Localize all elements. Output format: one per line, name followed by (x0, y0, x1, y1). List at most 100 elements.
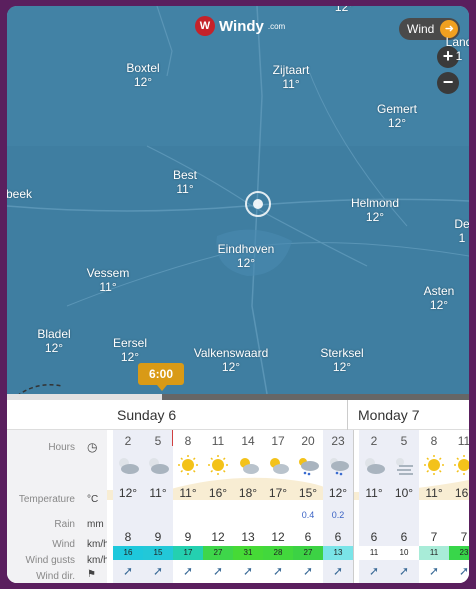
sunny-icon (203, 454, 233, 476)
forecast-column[interactable]: 23 12° 0.2 6 13 ➚ (323, 430, 353, 583)
sunny-icon (419, 454, 449, 476)
rain-cell: 0.4 (301, 510, 315, 520)
weather-map[interactable]: W Windy .com Wind ➜ + − Boxtel 12° Zijtaar… (7, 6, 469, 394)
city-bladel[interactable]: Bladel 12° (37, 327, 70, 355)
windy-logo-text: Windy (219, 17, 264, 35)
gust-cell: 10 (389, 546, 419, 560)
gust-cell: 11 (419, 546, 449, 560)
city-boxtel[interactable]: Boxtel 12° (126, 61, 159, 89)
hour-cell: 20 (301, 434, 315, 448)
timeline-time-flag[interactable]: 6:00 (138, 363, 184, 391)
temp-cell: 18° (238, 486, 258, 500)
forecast-column[interactable]: 2 12° 8 16 ➚ (113, 430, 143, 583)
forecast-column[interactable]: 14 18° 13 31 ➚ (233, 430, 263, 583)
city-vessem[interactable]: Vessem 11° (87, 266, 130, 294)
wind-direction-icon: ➚ (428, 564, 440, 578)
temp-cell: 11° (365, 486, 383, 500)
wind-cell: 6 (400, 530, 408, 544)
gust-cell: 27 (293, 546, 323, 560)
gust-cell: 11 (359, 546, 389, 560)
hour-cell: 5 (400, 434, 408, 448)
temp-cell: 10° (394, 486, 414, 500)
temp-cell: 11° (425, 486, 443, 500)
city-de-partial[interactable]: De 1 (454, 217, 469, 245)
label-hours: Hours (48, 442, 75, 453)
day-divider (347, 400, 348, 430)
hour-cell: 2 (370, 434, 378, 448)
forecast-column[interactable]: 2 11° 6 11 ➚ (359, 430, 389, 583)
city-helmond[interactable]: Helmond 12° (351, 196, 399, 224)
gust-cell: 13 (323, 546, 353, 560)
wind-direction-icon: ➚ (458, 564, 469, 578)
gust-cell: 31 (233, 546, 263, 560)
wind-direction-icon: ➚ (122, 564, 134, 578)
flag-icon: ⚑ (87, 569, 96, 580)
wind-cell: 6 (334, 530, 342, 544)
wind-direction-icon: ➚ (242, 564, 254, 578)
location-marker-icon[interactable] (245, 191, 271, 217)
hour-cell: 8 (430, 434, 438, 448)
zoom-out-button[interactable]: − (437, 72, 459, 94)
partly-cloudy-icon (263, 454, 293, 476)
forecast-table: Sunday 6 Monday 7 Hours ◷ Temperature °C… (7, 400, 469, 583)
wind-cell: 8 (124, 530, 132, 544)
current-time-marker (172, 430, 173, 446)
city-best[interactable]: Best 11° (173, 168, 197, 196)
forecast-column[interactable]: 11 16° 12 27 ➚ (203, 430, 233, 583)
temp-cell: 17° (268, 486, 288, 500)
wind-layer-label: Wind (407, 22, 435, 36)
windy-widget: W Windy .com Wind ➜ + − Boxtel 12° Zijtaar… (7, 6, 469, 583)
wind-cell: 7 (460, 530, 468, 544)
temp-cell: 15° (298, 486, 318, 500)
city-gemert[interactable]: Gemert 12° (377, 102, 417, 130)
city-eindhoven[interactable]: Eindhoven 12° (218, 242, 275, 270)
hour-cell: 2 (124, 434, 132, 448)
forecast-column[interactable]: 20 15° 0.4 6 27 ➚ (293, 430, 323, 583)
day-label-sunday: Sunday 6 (117, 407, 177, 423)
wind-direction-icon: ➚ (398, 564, 410, 578)
night-rain-icon (323, 454, 353, 476)
night-cloudy-icon (143, 454, 173, 476)
wind-cell: 9 (184, 530, 192, 544)
forecast-columns[interactable]: 2 12° 8 16 ➚ 5 11° 9 15 ➚ 8 11° 9 17 ➚ 11 16° 12 27 ➚ 14 18° 1… (107, 430, 469, 583)
forecast-column[interactable]: 11 16° 7 23 ➚ (449, 430, 469, 583)
city-top-partial[interactable]: 12° (335, 6, 353, 14)
wind-direction-icon: ➚ (182, 564, 194, 578)
forecast-column[interactable]: 5 10° 6 10 ➚ (389, 430, 419, 583)
hour-cell: 11 (457, 434, 469, 448)
temp-cell: 16° (208, 486, 228, 500)
wind-cell: 9 (154, 530, 162, 544)
label-gusts: Wind gusts (25, 555, 75, 566)
forecast-column[interactable]: 8 11° 9 17 ➚ (173, 430, 203, 583)
city-eersel[interactable]: Eersel 12° (113, 336, 147, 364)
wind-cell: 6 (304, 530, 312, 544)
city-zijtaart[interactable]: Zijtaart 11° (273, 63, 310, 91)
windy-logo[interactable]: W Windy .com (195, 16, 285, 36)
temp-cell: 11° (149, 486, 167, 500)
windy-logo-icon: W (195, 16, 215, 36)
city-land-partial[interactable]: Land1 (446, 35, 469, 63)
wind-direction-icon: ➚ (152, 564, 164, 578)
forecast-column[interactable]: 8 11° 7 11 ➚ (419, 430, 449, 583)
gust-cell: 23 (449, 546, 469, 560)
temp-cell: 16° (454, 486, 469, 500)
hour-cell: 5 (154, 434, 162, 448)
clock-icon: ◷ (87, 440, 98, 454)
city-asten[interactable]: Asten 12° (424, 284, 455, 312)
city-valkenswaard[interactable]: Valkenswaard 12° (194, 346, 268, 374)
unit-rain: mm (87, 519, 104, 530)
row-labels: Hours ◷ Temperature °C Rain mm Wind km/h… (7, 430, 109, 583)
forecast-column[interactable]: 17 17° 12 28 ➚ (263, 430, 293, 583)
day-column-divider (353, 430, 354, 583)
sunny-icon (173, 454, 203, 476)
city-beek-partial[interactable]: beek (7, 187, 32, 201)
label-temperature: Temperature (18, 494, 75, 505)
unit-gusts: km/h (87, 555, 109, 566)
forecast-column[interactable]: 5 11° 9 15 ➚ (143, 430, 173, 583)
temp-cell: 12° (328, 486, 348, 500)
gust-cell: 27 (203, 546, 233, 560)
partly-cloudy-icon (233, 454, 263, 476)
city-sterksel[interactable]: Sterksel 12° (320, 346, 363, 374)
hour-cell: 8 (184, 434, 192, 448)
wind-cell: 7 (430, 530, 438, 544)
